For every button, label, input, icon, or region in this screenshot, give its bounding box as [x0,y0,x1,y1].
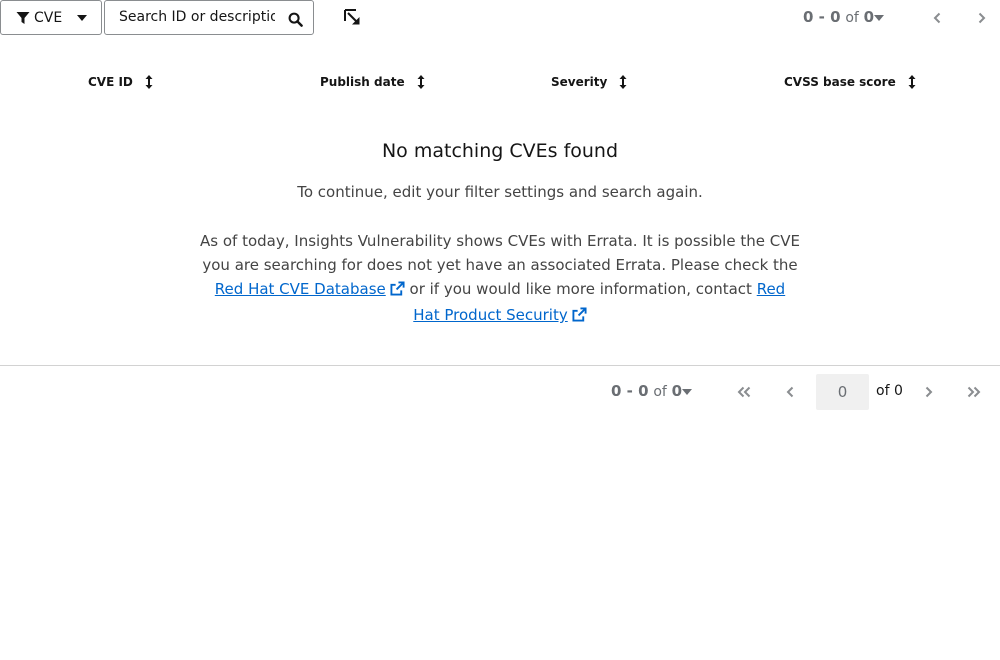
table-footer-divider [0,365,1000,366]
filter-icon [16,11,30,25]
empty-state-body: As of today, Insights Vulnerability show… [200,229,800,329]
bottom-pagination-of: of [653,384,667,400]
empty-state-text-middle: or if you would like more information, c… [404,280,757,298]
sort-icon [908,75,916,89]
column-header-label: Publish date [320,75,405,89]
column-header-cvss-base-score[interactable]: CVSS base score [784,72,916,92]
top-pagination-toggle[interactable]: 0 - 0 of 0 [803,8,874,26]
column-header-cve-id[interactable]: CVE ID [88,72,153,92]
bottom-pagination-range: 0 - 0 [611,382,649,400]
last-page-icon[interactable] [963,381,985,403]
column-header-label: Severity [551,75,608,89]
top-previous-page-icon[interactable] [926,7,948,29]
empty-state-title: No matching CVEs found [381,140,619,162]
sort-icon [417,75,425,89]
top-pagination-total: 0 [863,8,875,26]
column-header-label: CVSS base score [784,75,896,89]
current-page-input[interactable] [816,374,869,410]
red-hat-cve-database-link[interactable]: Red Hat CVE Database [215,280,405,298]
sort-icon [619,75,627,89]
link-label: Red Hat CVE Database [214,280,386,298]
empty-state-text-prefix: As of today, Insights Vulnerability show… [200,232,800,274]
filter-type-select[interactable]: CVE [0,0,102,35]
first-page-icon[interactable] [733,381,755,403]
external-link-icon [572,305,587,329]
column-header-label: CVE ID [88,75,133,89]
empty-state-subtitle: To continue, edit your filter settings a… [297,183,703,201]
top-pagination-range: 0 - 0 [803,8,841,26]
next-page-icon[interactable] [918,381,940,403]
search-icon[interactable] [285,9,305,29]
column-header-publish-date[interactable]: Publish date [320,72,425,92]
bottom-pagination-toggle[interactable]: 0 - 0 of 0 [611,382,682,400]
filter-type-label: CVE [34,9,63,26]
search-input[interactable] [119,9,275,25]
previous-page-icon[interactable] [779,381,801,403]
top-pagination-of: of [845,10,859,26]
caret-down-icon [77,14,87,22]
search-field [104,0,314,35]
top-pagination-caret-icon[interactable] [874,14,884,22]
bottom-pagination-caret-icon[interactable] [682,388,692,396]
external-link-icon [390,279,405,303]
total-pages-label: of 0 [876,383,903,399]
reset-filters-icon[interactable] [343,8,363,28]
bottom-pagination-total: 0 [671,382,683,400]
sort-icon [145,75,153,89]
top-next-page-icon[interactable] [971,7,993,29]
column-header-severity[interactable]: Severity [551,72,627,92]
